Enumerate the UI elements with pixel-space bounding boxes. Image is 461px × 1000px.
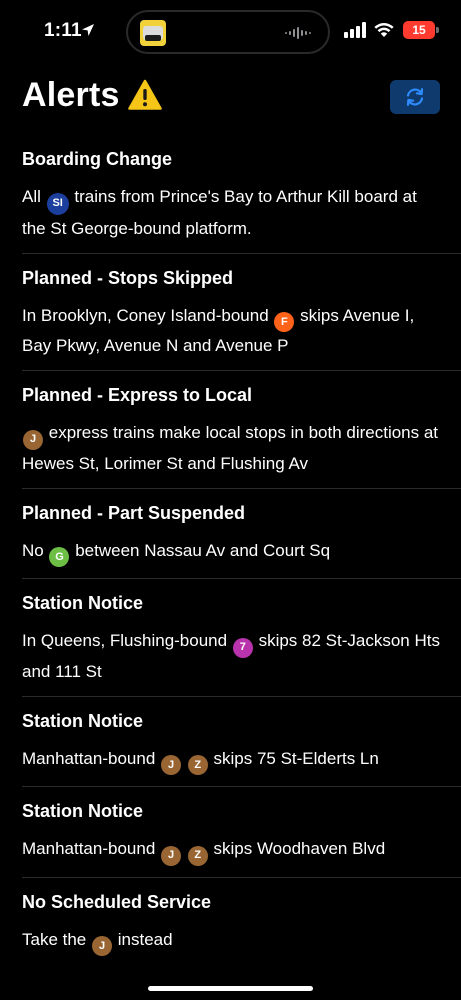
j-route-bullet-icon: J xyxy=(23,429,43,450)
battery-indicator: 15 xyxy=(403,21,435,39)
alert-text: No xyxy=(22,540,44,560)
alert-item[interactable]: Boarding Change All SI trains from Princ… xyxy=(22,146,461,254)
alert-title: Planned - Stops Skipped xyxy=(22,267,234,288)
dynamic-island[interactable] xyxy=(126,10,330,54)
alert-title: Station Notice xyxy=(22,801,144,821)
alert-item[interactable]: Station Notice Manhattan-bound J Z skips… xyxy=(22,708,461,787)
cellular-signal-icon xyxy=(344,22,366,38)
warning-icon xyxy=(128,79,162,110)
now-playing-artwork-icon xyxy=(140,20,166,46)
alert-description: J express trains make local stops in bot… xyxy=(22,419,461,477)
alert-item[interactable]: Station Notice In Queens, Flushing-bound… xyxy=(22,590,461,697)
audio-waveform-icon xyxy=(285,27,311,39)
wifi-icon xyxy=(374,23,394,37)
alert-description: Manhattan-bound J Z skips 75 St-Elderts … xyxy=(22,745,461,775)
alerts-list: Boarding Change All SI trains from Princ… xyxy=(22,146,461,978)
alert-text: In Queens, Flushing-bound xyxy=(22,631,228,650)
j-route-bullet-icon: J xyxy=(161,845,182,866)
alert-text: trains from Prince's Bay to Arthur Kill … xyxy=(22,187,417,238)
battery-level: 15 xyxy=(412,23,426,37)
alert-text: Manhattan-bound xyxy=(22,748,156,768)
alert-text: express trains make local stops in both … xyxy=(22,423,439,473)
g-route-bullet-icon: G xyxy=(49,547,70,567)
alert-text: skips Woodhaven Blvd xyxy=(213,839,386,858)
alert-title: Station Notice xyxy=(22,710,144,731)
alert-text: Manhattan-bound xyxy=(22,839,156,858)
alert-item[interactable]: No Scheduled Service Take the J instead xyxy=(22,889,461,968)
z-route-bullet-icon: Z xyxy=(187,755,208,775)
alert-item[interactable]: Station Notice Manhattan-bound J Z skips… xyxy=(22,798,461,878)
alert-description: Manhattan-bound J Z skips Woodhaven Blvd xyxy=(22,835,461,866)
alert-title: Station Notice xyxy=(22,593,144,613)
alert-description: No G between Nassau Av and Court Sq xyxy=(22,537,461,567)
refresh-icon xyxy=(406,88,424,106)
f-route-bullet-icon: F xyxy=(274,312,295,332)
7-route-bullet-icon: 7 xyxy=(232,637,253,658)
home-indicator[interactable] xyxy=(148,986,313,991)
alert-item[interactable]: Planned - Stops Skipped In Brooklyn, Con… xyxy=(22,265,461,371)
status-time: 1:11 xyxy=(44,20,82,41)
alert-description: In Queens, Flushing-bound 7 skips 82 St-… xyxy=(22,627,461,685)
refresh-button[interactable] xyxy=(390,80,440,114)
alert-title: Planned - Part Suspended xyxy=(22,502,246,523)
status-bar: 1:11 15 xyxy=(0,0,461,62)
alert-text: All xyxy=(22,187,41,206)
alert-text: instead xyxy=(117,929,173,949)
battery-nub xyxy=(436,27,439,33)
alert-text: In Brooklyn, Coney Island-bound xyxy=(22,305,269,325)
alert-description: In Brooklyn, Coney Island-bound F skips … xyxy=(22,302,461,360)
alert-text: skips 75 St-Elderts Ln xyxy=(213,748,379,768)
alert-text: Take the xyxy=(22,929,87,949)
j-route-bullet-icon: J xyxy=(161,755,182,775)
z-route-bullet-icon: Z xyxy=(187,845,208,866)
alert-description: Take the J instead xyxy=(22,926,461,956)
alert-title: No Scheduled Service xyxy=(22,891,212,912)
header: Alerts xyxy=(22,72,440,120)
si-route-bullet-icon: SI xyxy=(46,192,69,215)
alert-text: between Nassau Av and Court Sq xyxy=(75,540,331,560)
alert-description: All SI trains from Prince's Bay to Arthu… xyxy=(22,183,461,242)
alert-item[interactable]: Planned - Part Suspended No G between Na… xyxy=(22,500,461,579)
alert-title: Boarding Change xyxy=(22,149,173,169)
location-arrow-icon xyxy=(82,24,94,36)
alert-item[interactable]: Planned - Express to Local J express tra… xyxy=(22,382,461,489)
j-route-bullet-icon: J xyxy=(92,936,112,956)
page-title: Alerts xyxy=(22,76,120,114)
alert-title: Planned - Express to Local xyxy=(22,385,253,405)
